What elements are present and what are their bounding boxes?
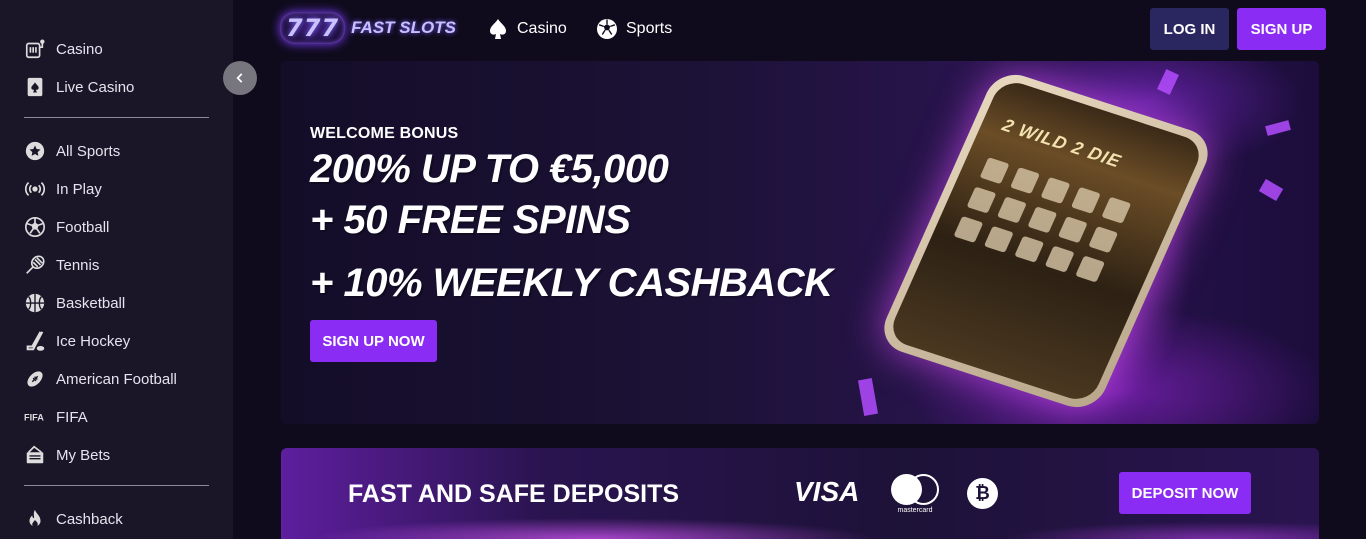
sidebar-item-fifa[interactable]: FIFA FIFA	[22, 402, 222, 432]
sidebar-item-label: Cashback	[56, 510, 123, 528]
deposit-now-button[interactable]: DEPOSIT NOW	[1119, 472, 1251, 514]
banner-headline-1: 200% UP TO €5,000	[310, 147, 669, 191]
star-ball-icon	[22, 139, 47, 164]
sidebar-divider	[24, 117, 209, 118]
game-title: 2 WILD 2 DIE	[999, 114, 1125, 172]
sidebar-item-label: Casino	[56, 40, 103, 58]
american-football-icon	[22, 367, 47, 392]
deposit-title: FAST AND SAFE DEPOSITS	[348, 480, 680, 508]
logo-name: FAST SLOTS	[351, 18, 456, 37]
basketball-icon	[22, 291, 47, 316]
welcome-bonus-banner[interactable]: 2 WILD 2 DIE WELCOME BONUS 200% UP TO €5…	[281, 61, 1319, 424]
mastercard-label: mastercard	[897, 507, 933, 514]
login-button[interactable]: LOG IN	[1150, 8, 1229, 50]
playing-card-icon	[22, 75, 47, 100]
mastercard-logo: mastercard	[889, 474, 941, 514]
bitcoin-icon: ₿	[967, 478, 998, 509]
visa-logo: VISA	[794, 476, 860, 507]
sidebar: Casino Live Casino All Sports In Play Fo…	[0, 0, 233, 539]
tennis-racket-icon	[22, 253, 47, 278]
sidebar-item-cashback[interactable]: Cashback	[22, 504, 222, 534]
sidebar-item-casino[interactable]: Casino	[22, 34, 222, 64]
sidebar-item-label: Tennis	[56, 256, 100, 274]
nav-casino[interactable]: Casino	[486, 14, 567, 44]
sidebar-item-basketball[interactable]: Basketball	[22, 288, 222, 318]
nav-label: Casino	[517, 20, 567, 37]
sidebar-divider	[24, 485, 209, 486]
sidebar-item-label: In Play	[56, 180, 102, 198]
broadcast-icon	[22, 177, 47, 202]
tickets-icon	[22, 443, 47, 468]
brand-logo[interactable]: 777 FAST SLOTS	[280, 8, 456, 48]
chevron-left-icon	[236, 73, 243, 83]
sidebar-item-label: Basketball	[56, 294, 126, 312]
sidebar-item-my-bets[interactable]: My Bets	[22, 440, 222, 470]
banner-kicker: WELCOME BONUS	[310, 125, 459, 142]
sidebar-item-label: Live Casino	[56, 78, 135, 96]
signup-button[interactable]: SIGN UP	[1237, 8, 1326, 50]
logo-number: 777	[280, 12, 346, 44]
slot-machine-icon	[22, 37, 47, 62]
collapse-sidebar-button[interactable]	[223, 61, 257, 95]
soccer-ball-icon	[597, 19, 617, 39]
svg-text:FIFA: FIFA	[24, 413, 44, 423]
sidebar-item-football[interactable]: Football	[22, 212, 222, 242]
mastercard-circle-right	[908, 474, 939, 505]
sidebar-item-all-sports[interactable]: All Sports	[22, 136, 222, 166]
banner-headline-2: + 50 FREE SPINS	[310, 198, 631, 242]
sign-up-now-button[interactable]: SIGN UP NOW	[310, 320, 437, 362]
sidebar-item-label: My Bets	[56, 446, 111, 464]
sidebar-item-label: All Sports	[56, 142, 121, 160]
sidebar-item-label: Ice Hockey	[56, 332, 131, 350]
nav-label: Sports	[626, 20, 673, 37]
spade-icon	[490, 19, 506, 39]
banner-headline-3: + 10% WEEKLY CASHBACK	[310, 261, 833, 305]
sidebar-item-ice-hockey[interactable]: Ice Hockey	[22, 326, 222, 356]
flame-icon	[22, 507, 47, 532]
sidebar-item-american-football[interactable]: American Football	[22, 364, 222, 394]
sidebar-item-live-casino[interactable]: Live Casino	[22, 72, 222, 102]
fifa-icon: FIFA	[22, 405, 47, 430]
hockey-stick-icon	[22, 329, 47, 354]
nav-sports[interactable]: Sports	[595, 14, 672, 44]
sidebar-item-label: American Football	[56, 370, 177, 388]
sidebar-item-in-play[interactable]: In Play	[22, 174, 222, 204]
deposit-banner: FAST AND SAFE DEPOSITS VISA mastercard ₿…	[281, 448, 1319, 539]
soccer-ball-icon	[22, 215, 47, 240]
sidebar-item-label: Football	[56, 218, 110, 236]
sidebar-item-label: FIFA	[56, 408, 88, 426]
sidebar-item-tennis[interactable]: Tennis	[22, 250, 222, 280]
